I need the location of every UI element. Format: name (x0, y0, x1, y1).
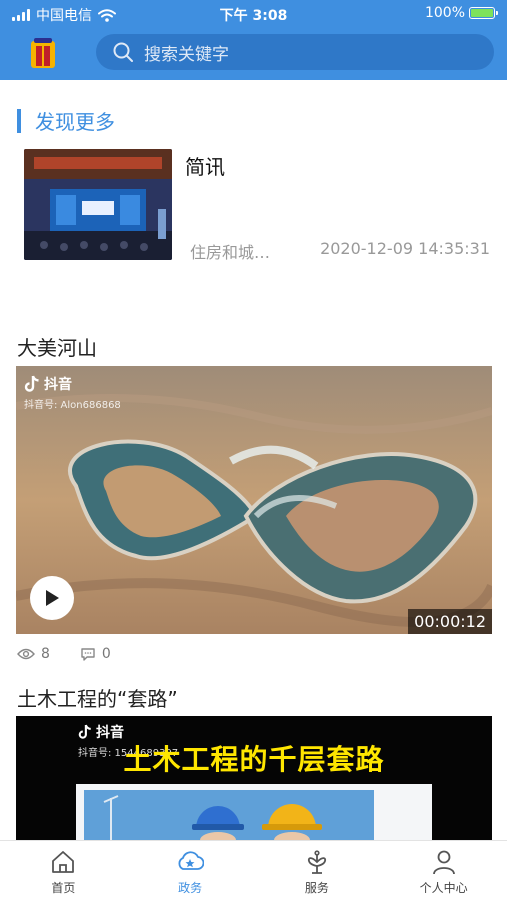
app-header: 中国电信 下午 3:08 100% 搜索关键字 (0, 0, 507, 80)
tab-home[interactable]: 首页 (0, 841, 127, 900)
eye-icon (17, 648, 35, 660)
government-icon (178, 851, 205, 870)
news-date: 2020-12-09 14:35:31 (320, 239, 490, 258)
tab-label: 个人中心 (419, 881, 468, 895)
tab-label: 首页 (51, 881, 76, 895)
play-icon (46, 590, 59, 606)
comment-icon (81, 647, 95, 661)
search-icon (113, 42, 133, 62)
news-thumbnail (24, 149, 172, 260)
news-title: 简讯 (185, 155, 225, 179)
tab-label: 政务 (178, 881, 203, 895)
tab-bar: 首页 政务 服务 个人中心 (0, 840, 507, 900)
section-header-discover: 发现更多 (17, 106, 115, 135)
section-title: 发现更多 (35, 110, 115, 134)
comment-count: 0 (101, 646, 111, 662)
view-count: 8 (41, 646, 50, 662)
service-icon (307, 850, 326, 874)
video-duration: 00:00:12 (408, 609, 492, 634)
tab-service[interactable]: 服务 (254, 841, 381, 900)
video-player[interactable]: 抖音 抖音号: Alon686868 00:00:12 (16, 366, 492, 634)
app-logo[interactable] (28, 37, 58, 69)
tab-government[interactable]: 政务 (127, 841, 254, 900)
home-icon (52, 851, 75, 873)
section-accent-bar (17, 108, 21, 133)
news-source: 住房和城… (190, 243, 271, 262)
search-input[interactable]: 搜索关键字 (96, 34, 494, 70)
tiktok-account: 抖音号: Alon686868 (24, 400, 121, 411)
tab-profile[interactable]: 个人中心 (380, 841, 507, 900)
battery-icon (469, 7, 498, 19)
news-item[interactable]: 简讯 住房和城… 2020-12-09 14:35:31 (24, 149, 494, 262)
battery-percent: 100% (424, 5, 465, 21)
status-bar: 中国电信 下午 3:08 100% (0, 0, 507, 28)
tiktok-brand: 抖音 (44, 377, 72, 393)
search-placeholder: 搜索关键字 (144, 44, 229, 65)
video-stats: 8 0 (17, 646, 131, 662)
user-icon (432, 850, 455, 875)
play-button[interactable] (30, 576, 74, 620)
tiktok-icon (24, 375, 39, 392)
tab-label: 服务 (304, 881, 329, 895)
video-player[interactable]: 抖音 抖音号: 1544689397 土木工程的千层套路 (16, 716, 492, 840)
video-title[interactable]: 土木工程的“套路” (17, 683, 178, 712)
tiktok-watermark: 抖音 抖音号: Alon686868 (24, 374, 121, 411)
video-overlay-text: 土木工程的千层套路 (123, 743, 385, 776)
video-title[interactable]: 大美河山 (17, 332, 97, 361)
